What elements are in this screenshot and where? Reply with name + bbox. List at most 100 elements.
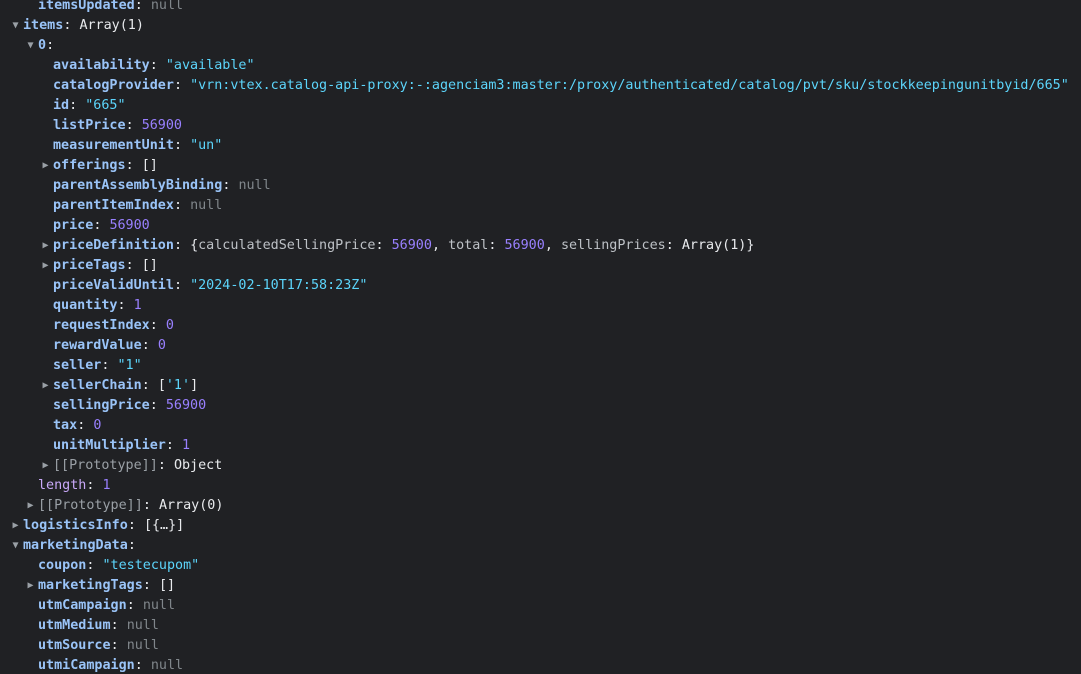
key-separator: :	[165, 438, 182, 453]
tree-row: tax: 0	[0, 416, 1081, 436]
preview-token: :	[488, 238, 505, 253]
expand-triangle-closed-icon[interactable]	[23, 496, 38, 516]
property-value: "testecupom"	[102, 558, 200, 573]
tree-row: measurementUnit: "un"	[0, 136, 1081, 156]
preview-token: }	[746, 238, 755, 253]
property-key: coupon	[38, 558, 87, 573]
tree-row[interactable]: [[Prototype]]: Array(0)	[0, 496, 1081, 516]
preview-token: ]	[190, 378, 199, 393]
expand-triangle-closed-icon[interactable]	[38, 256, 53, 276]
property-key: price	[53, 218, 94, 233]
property-value: null	[150, 658, 184, 673]
property-key: utmCampaign	[38, 598, 127, 613]
tree-row: length: 1	[0, 476, 1081, 496]
property-key: 0	[38, 38, 47, 53]
property-key: rewardValue	[53, 338, 142, 353]
tree-row: utmiCampaign: null	[0, 656, 1081, 674]
tree-row[interactable]: priceDefinition: {calculatedSellingPrice…	[0, 236, 1081, 256]
property-value: "un"	[190, 138, 223, 153]
property-key: items	[23, 18, 64, 33]
property-value: 0	[165, 318, 174, 333]
expand-triangle-closed-icon[interactable]	[23, 576, 38, 596]
tree-row[interactable]: sellerChain: ['1']	[0, 376, 1081, 396]
expand-triangle-open-icon[interactable]	[23, 36, 38, 56]
key-separator: :	[173, 138, 191, 153]
tree-row: utmSource: null	[0, 636, 1081, 656]
tree-row[interactable]: priceTags: []	[0, 256, 1081, 276]
property-key: marketingData	[23, 538, 128, 553]
property-key: itemsUpdated	[38, 0, 135, 13]
tree-row: requestIndex: 0	[0, 316, 1081, 336]
expand-triangle-open-icon[interactable]	[8, 536, 23, 556]
property-value: null	[126, 618, 159, 633]
key-separator: :	[69, 98, 86, 113]
key-separator: :	[222, 178, 239, 193]
key-separator: :	[101, 358, 118, 373]
property-key: sellerChain	[53, 378, 142, 393]
key-separator: :	[86, 478, 103, 493]
tree-row[interactable]: [[Prototype]]: Object	[0, 456, 1081, 476]
key-separator: :	[117, 298, 134, 313]
expand-triangle-closed-icon[interactable]	[38, 236, 53, 256]
expand-triangle-closed-icon[interactable]	[38, 156, 53, 176]
key-separator: :	[93, 218, 110, 233]
property-value: 1	[102, 478, 111, 493]
property-key: [[Prototype]]	[38, 498, 143, 513]
preview-token: ,	[431, 238, 449, 253]
property-value: 0	[93, 418, 102, 433]
console-object-tree: itemsUpdated: nullitems: Array(1)0:avail…	[0, 0, 1081, 674]
property-key: priceTags	[53, 258, 126, 273]
tree-row: rewardValue: 0	[0, 336, 1081, 356]
property-key: quantity	[53, 298, 118, 313]
property-value: 0	[157, 338, 166, 353]
tree-row[interactable]: marketingData:	[0, 536, 1081, 556]
property-key: parentAssemblyBinding	[53, 178, 223, 193]
preview-token: [	[157, 378, 166, 393]
tree-row[interactable]: 0:	[0, 36, 1081, 56]
preview-token: total	[448, 238, 489, 253]
preview-token: :	[665, 238, 682, 253]
tree-row: seller: "1"	[0, 356, 1081, 376]
expand-triangle-closed-icon[interactable]	[38, 456, 53, 476]
tree-row[interactable]: logisticsInfo: [{…}]	[0, 516, 1081, 536]
property-key: utmMedium	[38, 618, 111, 633]
property-value: Array(1)	[79, 18, 144, 33]
tree-row: catalogProvider: "vrn:vtex.catalog-api-p…	[0, 76, 1081, 96]
tree-row[interactable]: items: Array(1)	[0, 16, 1081, 36]
key-separator: :	[63, 18, 80, 33]
tree-row: price: 56900	[0, 216, 1081, 236]
key-separator: :	[149, 398, 166, 413]
property-value: "available"	[165, 58, 255, 73]
property-value: 56900	[141, 118, 182, 133]
property-key: catalogProvider	[53, 78, 174, 93]
property-value: 1	[182, 438, 191, 453]
expand-triangle-open-icon[interactable]	[8, 16, 23, 36]
tree-row: parentItemIndex: null	[0, 196, 1081, 216]
preview-token: ,	[544, 238, 561, 253]
tree-row: parentAssemblyBinding: null	[0, 176, 1081, 196]
expand-triangle-closed-icon[interactable]	[38, 376, 53, 396]
key-separator: :	[125, 118, 142, 133]
tree-row: coupon: "testecupom"	[0, 556, 1081, 576]
key-separator: :	[125, 158, 142, 173]
property-key: parentItemIndex	[53, 198, 174, 213]
tree-row: unitMultiplier: 1	[0, 436, 1081, 456]
key-separator: :	[127, 518, 144, 533]
tree-row[interactable]: marketingTags: []	[0, 576, 1081, 596]
preview-token: '1'	[165, 378, 191, 393]
tree-row: listPrice: 56900	[0, 116, 1081, 136]
tree-row: priceValidUntil: "2024-02-10T17:58:23Z"	[0, 276, 1081, 296]
expand-triangle-closed-icon[interactable]	[8, 516, 23, 536]
property-key: length	[38, 478, 87, 493]
tree-row[interactable]: offerings: []	[0, 156, 1081, 176]
property-key: logisticsInfo	[23, 518, 128, 533]
key-separator: :	[173, 78, 191, 93]
property-key: sellingPrice	[53, 398, 150, 413]
tree-row: utmCampaign: null	[0, 596, 1081, 616]
property-key: marketingTags	[38, 578, 143, 593]
property-key: measurementUnit	[53, 138, 174, 153]
property-key: id	[53, 98, 70, 113]
property-key: offerings	[53, 158, 126, 173]
object-preview: ['1']	[158, 378, 198, 393]
tree-row: itemsUpdated: null	[0, 0, 1081, 16]
